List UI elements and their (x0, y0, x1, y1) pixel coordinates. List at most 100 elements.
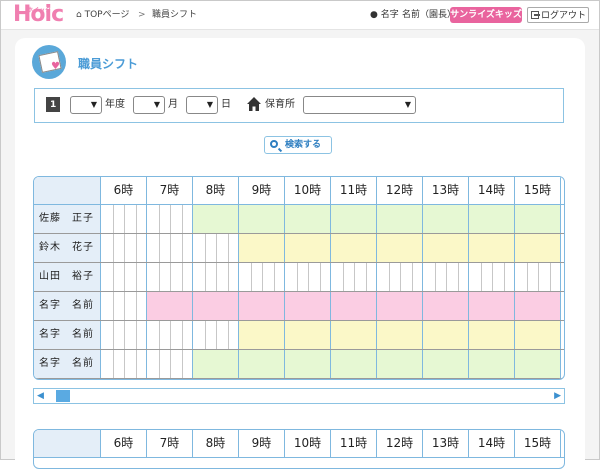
scroll-left-icon[interactable]: ◀ (37, 390, 44, 402)
shift-slot[interactable] (331, 350, 377, 378)
year-select[interactable]: ▼ (70, 96, 102, 114)
nursery-badge[interactable]: サンライズキッズ (450, 7, 522, 23)
shift-slot[interactable] (101, 350, 147, 378)
staff-row: 鈴木 花子 (34, 234, 564, 263)
top-bar: ホイック Hoic ⌂ TOPページ > 職員シフト ● 名字 名前（園長） サ… (1, 1, 599, 30)
shift-slot[interactable] (515, 292, 561, 320)
shift-slot[interactable] (377, 350, 423, 378)
shift-slot[interactable] (193, 205, 239, 233)
shift-slot[interactable] (377, 321, 423, 349)
shift-slot[interactable] (147, 292, 193, 320)
shift-slot[interactable] (469, 321, 515, 349)
hour-header: 8時 (193, 177, 239, 204)
shift-slot[interactable] (239, 321, 285, 349)
shift-slot[interactable] (285, 321, 331, 349)
shift-slot[interactable] (285, 234, 331, 262)
shift-slot[interactable] (423, 350, 469, 378)
quarter-divider (366, 263, 367, 291)
shift-slot[interactable] (469, 234, 515, 262)
hour-header: 13時 (423, 177, 469, 204)
shift-slot[interactable] (331, 292, 377, 320)
shift-slot[interactable] (101, 292, 147, 320)
logout-button[interactable]: ログアウト (527, 7, 589, 23)
house-icon (247, 97, 261, 111)
shift-slot[interactable] (377, 205, 423, 233)
day-select[interactable]: ▼ (186, 96, 218, 114)
shift-slot[interactable] (377, 263, 423, 291)
shift-slot[interactable] (147, 263, 193, 291)
shift-slot[interactable] (193, 263, 239, 291)
shift-slot[interactable] (331, 321, 377, 349)
shift-slot[interactable] (423, 234, 469, 262)
shift-slot[interactable] (515, 350, 561, 378)
shift-slot[interactable] (239, 292, 285, 320)
shift-slot[interactable] (515, 205, 561, 233)
quarter-divider (527, 263, 528, 291)
quarter-divider (182, 263, 183, 291)
shift-slot[interactable] (285, 205, 331, 233)
shift-slot[interactable] (147, 321, 193, 349)
month-select[interactable]: ▼ (133, 96, 165, 114)
staff-row: 山田 裕子 (34, 263, 564, 292)
quarter-divider (170, 205, 171, 233)
shift-slot[interactable] (193, 292, 239, 320)
shift-slot[interactable] (147, 234, 193, 262)
logo[interactable]: ホイック Hoic (13, 2, 64, 28)
page-title: 職員シフト (78, 57, 139, 71)
shift-slot[interactable] (147, 350, 193, 378)
shift-slot[interactable] (193, 321, 239, 349)
shift-slot[interactable] (377, 234, 423, 262)
shift-slot[interactable] (469, 350, 515, 378)
quarter-divider (159, 350, 160, 378)
shift-slot[interactable] (469, 292, 515, 320)
shift-slot[interactable] (331, 234, 377, 262)
shift-slot[interactable] (193, 350, 239, 378)
search-button[interactable]: 検索する (264, 136, 332, 154)
quarter-divider (124, 263, 125, 291)
scroll-right-icon[interactable]: ▶ (554, 390, 561, 402)
shift-slot[interactable] (285, 292, 331, 320)
quarter-divider (481, 263, 482, 291)
breadcrumb-separator: > (138, 10, 146, 20)
shift-slot[interactable] (101, 321, 147, 349)
shift-slot[interactable] (101, 234, 147, 262)
shift-slot[interactable] (331, 263, 377, 291)
shift-slot[interactable] (515, 321, 561, 349)
shift-slot[interactable] (423, 321, 469, 349)
shift-slot[interactable] (423, 292, 469, 320)
shift-slot[interactable] (239, 263, 285, 291)
scroll-thumb[interactable] (56, 390, 70, 402)
breadcrumb-home-label: TOPページ (84, 10, 130, 20)
quarter-divider (228, 321, 229, 349)
shift-slot[interactable] (239, 234, 285, 262)
shift-slot[interactable] (515, 263, 561, 291)
hour-header: 7時 (147, 430, 193, 457)
shift-slot[interactable] (469, 205, 515, 233)
shift-slot[interactable] (101, 263, 147, 291)
shift-slot[interactable] (423, 205, 469, 233)
shift-slot[interactable] (331, 205, 377, 233)
shift-slot[interactable] (515, 234, 561, 262)
shift-slot[interactable] (377, 292, 423, 320)
hour-header: 10時 (285, 430, 331, 457)
shift-slot[interactable] (423, 263, 469, 291)
shift-slot[interactable] (285, 263, 331, 291)
quarter-divider (182, 350, 183, 378)
shift-slot[interactable] (101, 205, 147, 233)
quarter-divider (492, 263, 493, 291)
horizontal-scrollbar[interactable]: ◀ ▶ (33, 388, 565, 404)
shift-slot[interactable] (469, 263, 515, 291)
hour-header: 9時 (239, 177, 285, 204)
shift-slot[interactable] (285, 350, 331, 378)
shift-slot[interactable] (147, 205, 193, 233)
shift-slot[interactable] (193, 234, 239, 262)
shift-slot[interactable] (239, 205, 285, 233)
shift-slot[interactable] (239, 350, 285, 378)
facility-select[interactable]: ▼ (303, 96, 416, 114)
quarter-divider (136, 263, 137, 291)
breadcrumb-home[interactable]: ⌂ TOPページ (76, 9, 129, 21)
quarter-divider (205, 234, 206, 262)
header-corner (34, 177, 101, 204)
facility-label: 保育所 (265, 99, 295, 110)
quarter-divider (274, 263, 275, 291)
